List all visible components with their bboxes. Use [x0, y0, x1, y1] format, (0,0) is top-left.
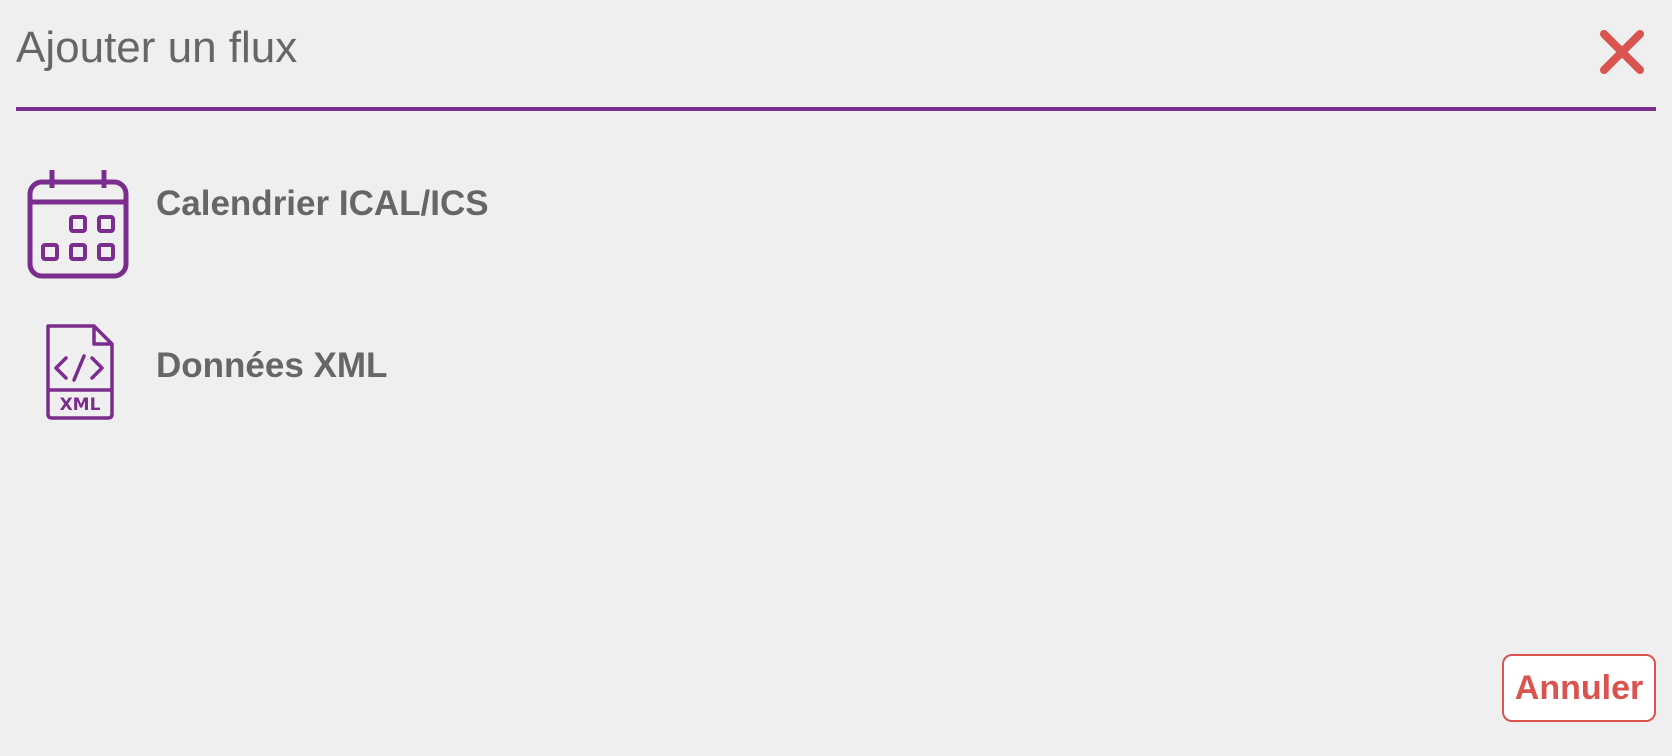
xml-icon-text: XML: [60, 395, 101, 415]
calendar-icon: [27, 170, 129, 279]
option-xml-data[interactable]: XML Données XML: [24, 320, 724, 422]
option-xml-label: Données XML: [156, 346, 388, 385]
cancel-button[interactable]: Annuler: [1502, 654, 1656, 722]
option-ical-calendar[interactable]: Calendrier ICAL/ICS: [24, 168, 724, 280]
xml-file-icon: XML: [46, 324, 114, 420]
option-ical-label: Calendrier ICAL/ICS: [156, 184, 489, 223]
close-icon: [1600, 30, 1644, 74]
dialog-header: Ajouter un flux: [16, 0, 1656, 111]
add-feed-dialog: Ajouter un flux Calendrier ICAL/ICS XML …: [0, 0, 1672, 756]
dialog-title: Ajouter un flux: [16, 23, 298, 72]
close-button[interactable]: [1596, 26, 1648, 78]
